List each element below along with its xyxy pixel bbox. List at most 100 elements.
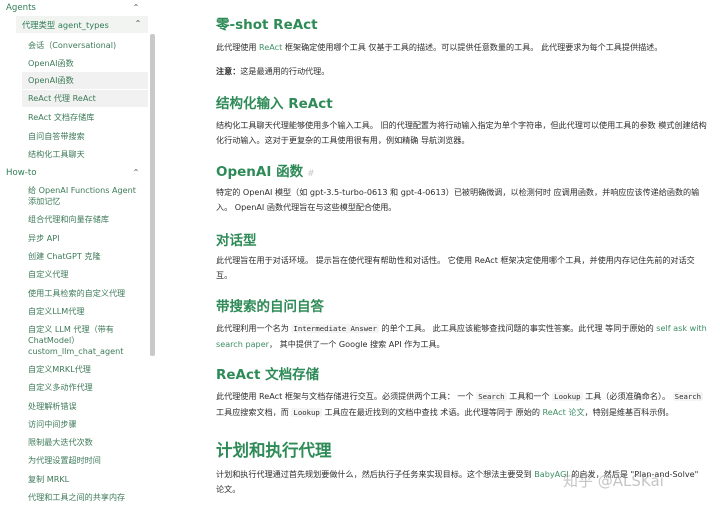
nav-item-label: 使用工具检索的自定义代理 (28, 287, 126, 298)
nav-item-chatgpt-clone[interactable]: 创建 ChatGPT 克隆 (22, 249, 148, 263)
nav-item-replicate-mrkl[interactable]: 复制 MRKL (22, 472, 148, 486)
text-run: 工具应搜索文档，而 (216, 406, 292, 417)
nav-item-openai-functions[interactable]: OpenAI函数 (22, 56, 148, 70)
heading-structured-react: 结构化输入 ReAct (216, 96, 333, 112)
nav-item-openai-memory[interactable]: 给 OpenAI Functions Agent 添加记忆 (22, 184, 148, 208)
code-lookup: Lookup (291, 407, 322, 417)
text-run: 的单个工具。 此工具应该能够查找问题的事实性答案。此代理 等同于原始的 (378, 323, 657, 333)
text-run: 此代理使用 (216, 42, 260, 52)
watermark: 知乎 @ALSKai (563, 472, 664, 490)
text-run: 工具应在最近找到的文档中查找 术语。此代理等同于 原始的 (321, 406, 543, 417)
text-run: 计划和执行代理通过首先规划要做什么，然后执行子任务来实现目标。这个想法主要受到 (216, 469, 535, 479)
heading-openai-functions: OpenAI 函数 # (216, 160, 315, 180)
nav-item-label: 处理解析错误 (28, 400, 77, 411)
nav-item-custom-agent[interactable]: 自定义代理 (22, 267, 148, 281)
nav-item-custom-mrkl-agent[interactable]: 自定义MRKL代理 (22, 362, 148, 376)
nav-subsection-agent-types[interactable]: 代理类型 agent_types ⌃ (16, 16, 148, 33)
nav-item-label: 创建 ChatGPT 克隆 (28, 250, 101, 261)
paragraph-self-ask: 此代理利用一个名为 Intermediate Answer 的单个工具。 此工具… (216, 321, 708, 351)
nav-item-label: ReAct 代理 ReAct (28, 93, 96, 103)
nav-item-label: 访问中间步骤 (28, 418, 77, 429)
nav-section-agents-label: Agents (6, 3, 36, 13)
paragraph-openai-functions: 特定的 OpenAI 模型（如 gpt-3.5-turbo-0613 和 gpt… (216, 187, 700, 212)
nav-item-label: 结构化工具聊天 (28, 148, 85, 159)
nav-item-label: 自定义代理 (28, 268, 69, 279)
nav-item-label: 复制 MRKL (28, 473, 70, 484)
heading-zero-shot-react: 零-shot ReAct (216, 17, 318, 33)
nav-item-timeout[interactable]: 为代理设置超时时间 (22, 453, 148, 467)
nav-item-label: 为代理设置超时时间 (28, 454, 101, 465)
nav-item-label: OpenAI函数 (28, 75, 74, 85)
nav-item-agent-vectorstore[interactable]: 组合代理和向量存储库 (22, 212, 148, 226)
nav-item-label: 会话（Conversational) (28, 39, 117, 50)
nav-item-openai-functions-2[interactable]: OpenAI函数 (22, 72, 148, 89)
nav-item-parsing-errors[interactable]: 处理解析错误 (22, 399, 148, 413)
text-run: 此代理利用一个名为 (216, 323, 292, 333)
code-search: Search (476, 392, 507, 401)
nav-item-label: 限制最大迭代次数 (28, 436, 93, 447)
chevron-up-icon[interactable]: ⌃ (130, 167, 142, 179)
nav-item-label-line: custom_llm_chat_agent (28, 345, 124, 356)
note-paragraph: 注意：这是最通用的行动代理。 (216, 64, 708, 79)
chevron-up-icon[interactable]: ⌃ (130, 2, 142, 14)
nav-section-howto[interactable]: How-to ⌃ (0, 164, 148, 182)
text-run: 框架确定使用哪个工具 仅基于工具的描述。可以提供任意数量的工具。 此代理要求为每… (282, 42, 663, 52)
nav-item-label: 代理和工具之间的共享内存 (28, 491, 126, 502)
nav-item-intermediate-steps[interactable]: 访问中间步骤 (22, 417, 148, 431)
code-intermediate-answer: Intermediate Answer (291, 324, 379, 333)
paragraph-zero-shot: 此代理使用 ReAct 框架确定使用哪个工具 仅基于工具的描述。可以提供任意数量… (216, 40, 708, 55)
nav-item-max-iterations[interactable]: 限制最大迭代次数 (22, 435, 148, 449)
sidebar-nav: Agents ⌃ 代理类型 agent_types ⌃ 会话（Conversat… (0, 0, 156, 509)
main-content: 零-shot ReAct 此代理使用 ReAct 框架确定使用哪个工具 仅基于工… (206, 0, 711, 509)
nav-item-label: 自定义多动作代理 (28, 381, 93, 392)
text-run: 此代理使用 ReAct 框架与文档存储进行交互。必须提供两个工具： 一个 (216, 391, 477, 401)
heading-plan-and-execute: 计划和执行代理 (216, 441, 332, 460)
react-link[interactable]: ReAct (259, 42, 282, 52)
nav-item-label: 自问自答带搜索 (28, 130, 85, 141)
note-label: 注意： (216, 66, 241, 76)
code-lookup: Lookup (552, 392, 583, 401)
nav-item-label-line: ChatModel） (28, 334, 80, 345)
heading-conversational: 对话型 (216, 233, 257, 249)
nav-subsection-label: 代理类型 agent_types (22, 19, 109, 30)
heading-react-docstore: ReAct 文档存储 (216, 367, 320, 383)
nav-item-label: 自定义 LLM 代理（带有 ChatModel） custom_llm_chat_a… (28, 324, 123, 357)
note-text: 这是最通用的行动代理。 (240, 66, 330, 76)
nav-item-label: OpenAI函数 (28, 57, 74, 68)
nav-item-label: 给 OpenAI Functions Agent 添加记忆 (28, 185, 136, 207)
nav-item-shared-memory[interactable]: 代理和工具之间的共享内存 (22, 490, 148, 504)
nav-item-label: ReAct 文档存储库 (28, 111, 95, 122)
nav-item-custom-multi-action[interactable]: 自定义多动作代理 (22, 380, 148, 394)
chevron-up-icon[interactable]: ⌃ (132, 18, 144, 30)
nav-item-structured-chat[interactable]: 结构化工具聊天 (22, 147, 148, 161)
nav-item-conversational[interactable]: 会话（Conversational) (22, 38, 148, 52)
nav-item-custom-llm-agent[interactable]: 自定义LLM代理 (22, 304, 148, 318)
nav-item-self-ask[interactable]: 自问自答带搜索 (22, 129, 148, 143)
nav-item-async-api[interactable]: 异步 API (22, 231, 148, 245)
sidebar-scrollbar[interactable] (150, 34, 155, 356)
paragraph-docstore: 此代理使用 ReAct 框架与文档存储进行交互。必须提供两个工具： 一个 Sea… (216, 389, 708, 420)
nav-item-label-line: 给 OpenAI Functions Agent (28, 185, 136, 195)
anchor-link-icon[interactable]: # (307, 169, 315, 179)
nav-item-custom-llm-chat-agent[interactable]: 自定义 LLM 代理（带有 ChatModel） custom_llm_chat_a… (22, 322, 148, 358)
nav-item-label: 组合代理和向量存储库 (28, 213, 109, 224)
nav-section-howto-label: How-to (6, 168, 37, 178)
text-run: ，特别是维基百科示例。 (584, 406, 674, 417)
react-paper-link[interactable]: ReAct 论文 (543, 407, 585, 417)
nav-item-label-line: 自定义 LLM 代理（带有 (28, 323, 114, 334)
nav-section-agents[interactable]: Agents ⌃ (0, 0, 148, 17)
text-run: 工具（必须准确命名）。 (582, 391, 673, 401)
text-run: 工具和一个 (506, 391, 553, 401)
heading-openai-functions-text: OpenAI 函数 (216, 164, 304, 180)
nav-item-custom-agent-tool-retrieval[interactable]: 使用工具检索的自定义代理 (22, 286, 148, 300)
nav-item-label-line: 添加记忆 (28, 196, 61, 206)
nav-item-label: 异步 API (28, 232, 60, 243)
text-run: ， 其中提供了一个 Google 搜索 API 作为工具。 (269, 338, 445, 349)
nav-item-react-docstore[interactable]: ReAct 文档存储库 (22, 110, 148, 124)
nav-item-react[interactable]: ReAct 代理 ReAct (22, 90, 148, 107)
paragraph-conversational: 此代理旨在用于对话环境。 提示旨在使代理有帮助性和对话性。 它使用 ReAct … (216, 255, 695, 280)
paragraph-structured: 结构化工具聊天代理能够使用多个输入工具。 旧的代理配置为将行动输入指定为单个字符… (216, 120, 707, 145)
heading-self-ask-search: 带搜索的自问自答 (216, 299, 324, 315)
nav-item-label: 自定义LLM代理 (28, 305, 85, 316)
nav-item-label: 自定义MRKL代理 (28, 363, 91, 374)
